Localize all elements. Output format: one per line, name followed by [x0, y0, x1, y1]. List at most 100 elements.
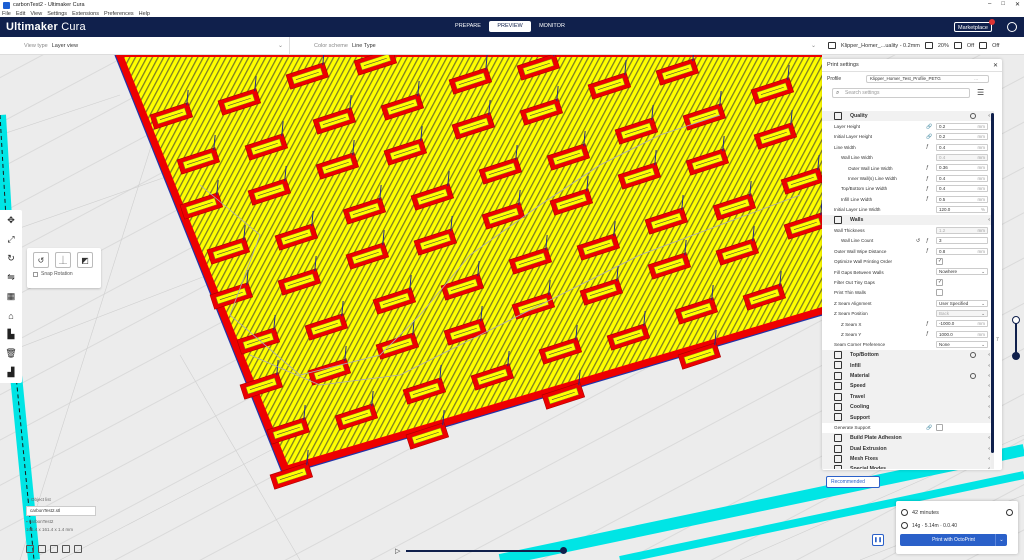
- lay-flat-button[interactable]: ⏊: [55, 252, 71, 268]
- setting-value-field[interactable]: 0.4 mm: [936, 154, 988, 162]
- category-infill[interactable]: Infill ‹: [822, 360, 994, 371]
- menu-extensions[interactable]: Extensions: [72, 11, 99, 17]
- setting-top-bottom-line-width[interactable]: Top/Bottom Line Width ƒ 0.4 mm: [822, 184, 994, 194]
- arrange-icon[interactable]: ▟: [5, 365, 17, 380]
- setting-value-field[interactable]: 0.4 mm: [936, 174, 988, 182]
- reset-icon[interactable]: ↺: [916, 238, 920, 244]
- reset-rotation-button[interactable]: ↺: [33, 252, 49, 268]
- view-front-icon[interactable]: [38, 545, 46, 553]
- setting-line-width[interactable]: Line Width ƒ 0.4 mm: [822, 142, 994, 152]
- move-tool-icon[interactable]: ✥: [5, 213, 17, 228]
- setting-seam-corner-preference[interactable]: Seam Corner Preference None ⌄: [822, 340, 994, 350]
- object-list-header[interactable]: ⌃ Object list: [26, 497, 100, 503]
- settings-scrollbar[interactable]: [991, 111, 994, 469]
- layer-slider-bottom-handle[interactable]: [1012, 352, 1020, 360]
- category-build-plate-adhesion[interactable]: Build Plate Adhesion ‹: [822, 433, 994, 444]
- scrollbar-thumb[interactable]: [991, 113, 994, 453]
- setting-z-seam-y[interactable]: Z Seam Y ƒ 1000.0 mm: [822, 329, 994, 339]
- setting-generate-support[interactable]: Generate Support 🔗: [822, 423, 994, 433]
- print-setup-bar[interactable]: Klipper_Homer_...uality - 0.2mm 20% Off …: [822, 37, 1024, 55]
- function-icon[interactable]: ƒ: [926, 196, 929, 202]
- tab-monitor[interactable]: MONITOR: [531, 21, 573, 32]
- link-icon[interactable]: 🔗: [926, 134, 932, 140]
- setting-value-field[interactable]: -1000.0 mm: [936, 320, 988, 328]
- setting-wall-thickness[interactable]: Wall Thickness 1.2 mm: [822, 225, 994, 235]
- menu-file[interactable]: File: [2, 11, 11, 17]
- profile-dropdown[interactable]: Klipper_Homer_Test_Profile_PETG ...: [866, 75, 989, 83]
- setting-value-field[interactable]: 1.2 mm: [936, 226, 988, 234]
- color-scheme-dropdown[interactable]: Color scheme Line Type ⌄: [290, 37, 822, 54]
- menu-view[interactable]: View: [30, 11, 42, 17]
- setting-value-field[interactable]: 1000.0 mm: [936, 330, 988, 338]
- tab-preview[interactable]: PREVIEW: [489, 21, 531, 32]
- setting-checkbox[interactable]: ✓: [936, 278, 943, 286]
- setting-inner-wall-s-line-width[interactable]: Inner Wall(s) Line Width ƒ 0.4 mm: [822, 173, 994, 183]
- setting-value-field[interactable]: Nowhere ⌄: [936, 268, 988, 276]
- category-quality[interactable]: Quality ‹: [822, 111, 994, 122]
- function-icon[interactable]: ƒ: [926, 144, 929, 150]
- setting-value-field[interactable]: Back ⌄: [936, 309, 988, 317]
- function-icon[interactable]: ƒ: [926, 165, 929, 171]
- category-speed[interactable]: Speed ‹: [822, 381, 994, 392]
- delete-icon[interactable]: 🗑: [5, 346, 17, 361]
- link-icon[interactable]: 🔗: [926, 124, 932, 130]
- function-icon[interactable]: ƒ: [926, 238, 929, 244]
- setting-value-field[interactable]: 0.4 mm: [936, 185, 988, 193]
- setting-checkbox[interactable]: [936, 424, 943, 432]
- play-icon[interactable]: ▷: [395, 547, 400, 555]
- setting-value-field[interactable]: 0.2 mm: [936, 133, 988, 141]
- category-dual-extrusion[interactable]: Dual Extrusion ‹: [822, 443, 994, 454]
- setting-wall-line-count[interactable]: Wall Line Count ↺ ƒ 3: [822, 236, 994, 246]
- category-walls[interactable]: Walls ‹: [822, 214, 994, 226]
- setting-optimize-wall-printing-order[interactable]: Optimize Wall Printing Order ✓: [822, 256, 994, 266]
- marketplace-button[interactable]: Marketplace: [954, 22, 992, 32]
- link-icon[interactable]: 🔗: [926, 425, 932, 431]
- per-model-settings-icon[interactable]: ▦: [5, 289, 17, 304]
- menu-edit[interactable]: Edit: [16, 11, 25, 17]
- maximize-icon[interactable]: □: [1001, 1, 1005, 8]
- layer-slider-top-handle[interactable]: [1012, 316, 1020, 324]
- setting-value-field[interactable]: User Specified ⌄: [936, 299, 988, 307]
- category-support[interactable]: Support ‹: [822, 412, 994, 423]
- setting-outer-wall-line-width[interactable]: Outer Wall Line Width ƒ 0.36 mm: [822, 163, 994, 173]
- info-icon[interactable]: [970, 372, 976, 379]
- close-icon[interactable]: ✕: [993, 62, 998, 69]
- setting-value-field[interactable]: None ⌄: [936, 341, 988, 349]
- menu-preferences[interactable]: Preferences: [104, 11, 134, 17]
- view-left-icon[interactable]: [62, 545, 70, 553]
- view-3d-icon[interactable]: [26, 545, 34, 553]
- info-icon[interactable]: [970, 352, 976, 359]
- setting-value-field[interactable]: 0.36 mm: [936, 164, 988, 172]
- view-right-icon[interactable]: [74, 545, 82, 553]
- function-icon[interactable]: ƒ: [926, 248, 929, 254]
- setting-value-field[interactable]: 0.4 mm: [936, 143, 988, 151]
- menu-settings[interactable]: Settings: [47, 11, 67, 17]
- category-mesh-fixes[interactable]: Mesh Fixes ‹: [822, 453, 994, 465]
- info-icon[interactable]: [1006, 509, 1013, 516]
- minimize-icon[interactable]: –: [988, 1, 991, 8]
- setting-checkbox[interactable]: ✓: [936, 257, 943, 265]
- select-face-button[interactable]: ◩: [77, 252, 93, 268]
- setting-initial-layer-line-width[interactable]: Initial Layer Line Width 120.0%: [822, 205, 994, 215]
- search-settings-input[interactable]: ⌕ Search settings: [832, 88, 970, 98]
- path-slider-track[interactable]: [406, 550, 564, 552]
- setting-checkbox[interactable]: [936, 289, 943, 297]
- setting-layer-height[interactable]: Layer Height 🔗 0.2 mm: [822, 121, 994, 131]
- category-cooling[interactable]: Cooling ‹: [822, 401, 994, 413]
- object-name-field[interactable]: carbonTest2.stl: [26, 506, 96, 516]
- scale-tool-icon[interactable]: ⤢: [5, 232, 17, 247]
- tab-prepare[interactable]: PREPARE: [447, 21, 489, 32]
- snap-rotation-checkbox[interactable]: Snap Rotation: [27, 268, 101, 277]
- setting-z-seam-position[interactable]: Z Seam Position Back ⌄: [822, 308, 994, 318]
- setting-value-field[interactable]: 120.0%: [936, 206, 988, 214]
- setting-value-field[interactable]: 0.5 mm: [936, 195, 988, 203]
- mirror-tool-icon[interactable]: ⇋: [5, 270, 17, 285]
- recommended-button[interactable]: Recommended: [826, 476, 880, 488]
- support-blocker-icon[interactable]: ⌂: [5, 308, 17, 323]
- info-icon[interactable]: [970, 113, 976, 120]
- setting-value-field[interactable]: 0.2 mm: [936, 122, 988, 130]
- close-icon[interactable]: ✕: [1015, 1, 1020, 8]
- view-top-icon[interactable]: [50, 545, 58, 553]
- function-icon[interactable]: ƒ: [926, 331, 929, 337]
- category-material[interactable]: Material ‹: [822, 370, 994, 382]
